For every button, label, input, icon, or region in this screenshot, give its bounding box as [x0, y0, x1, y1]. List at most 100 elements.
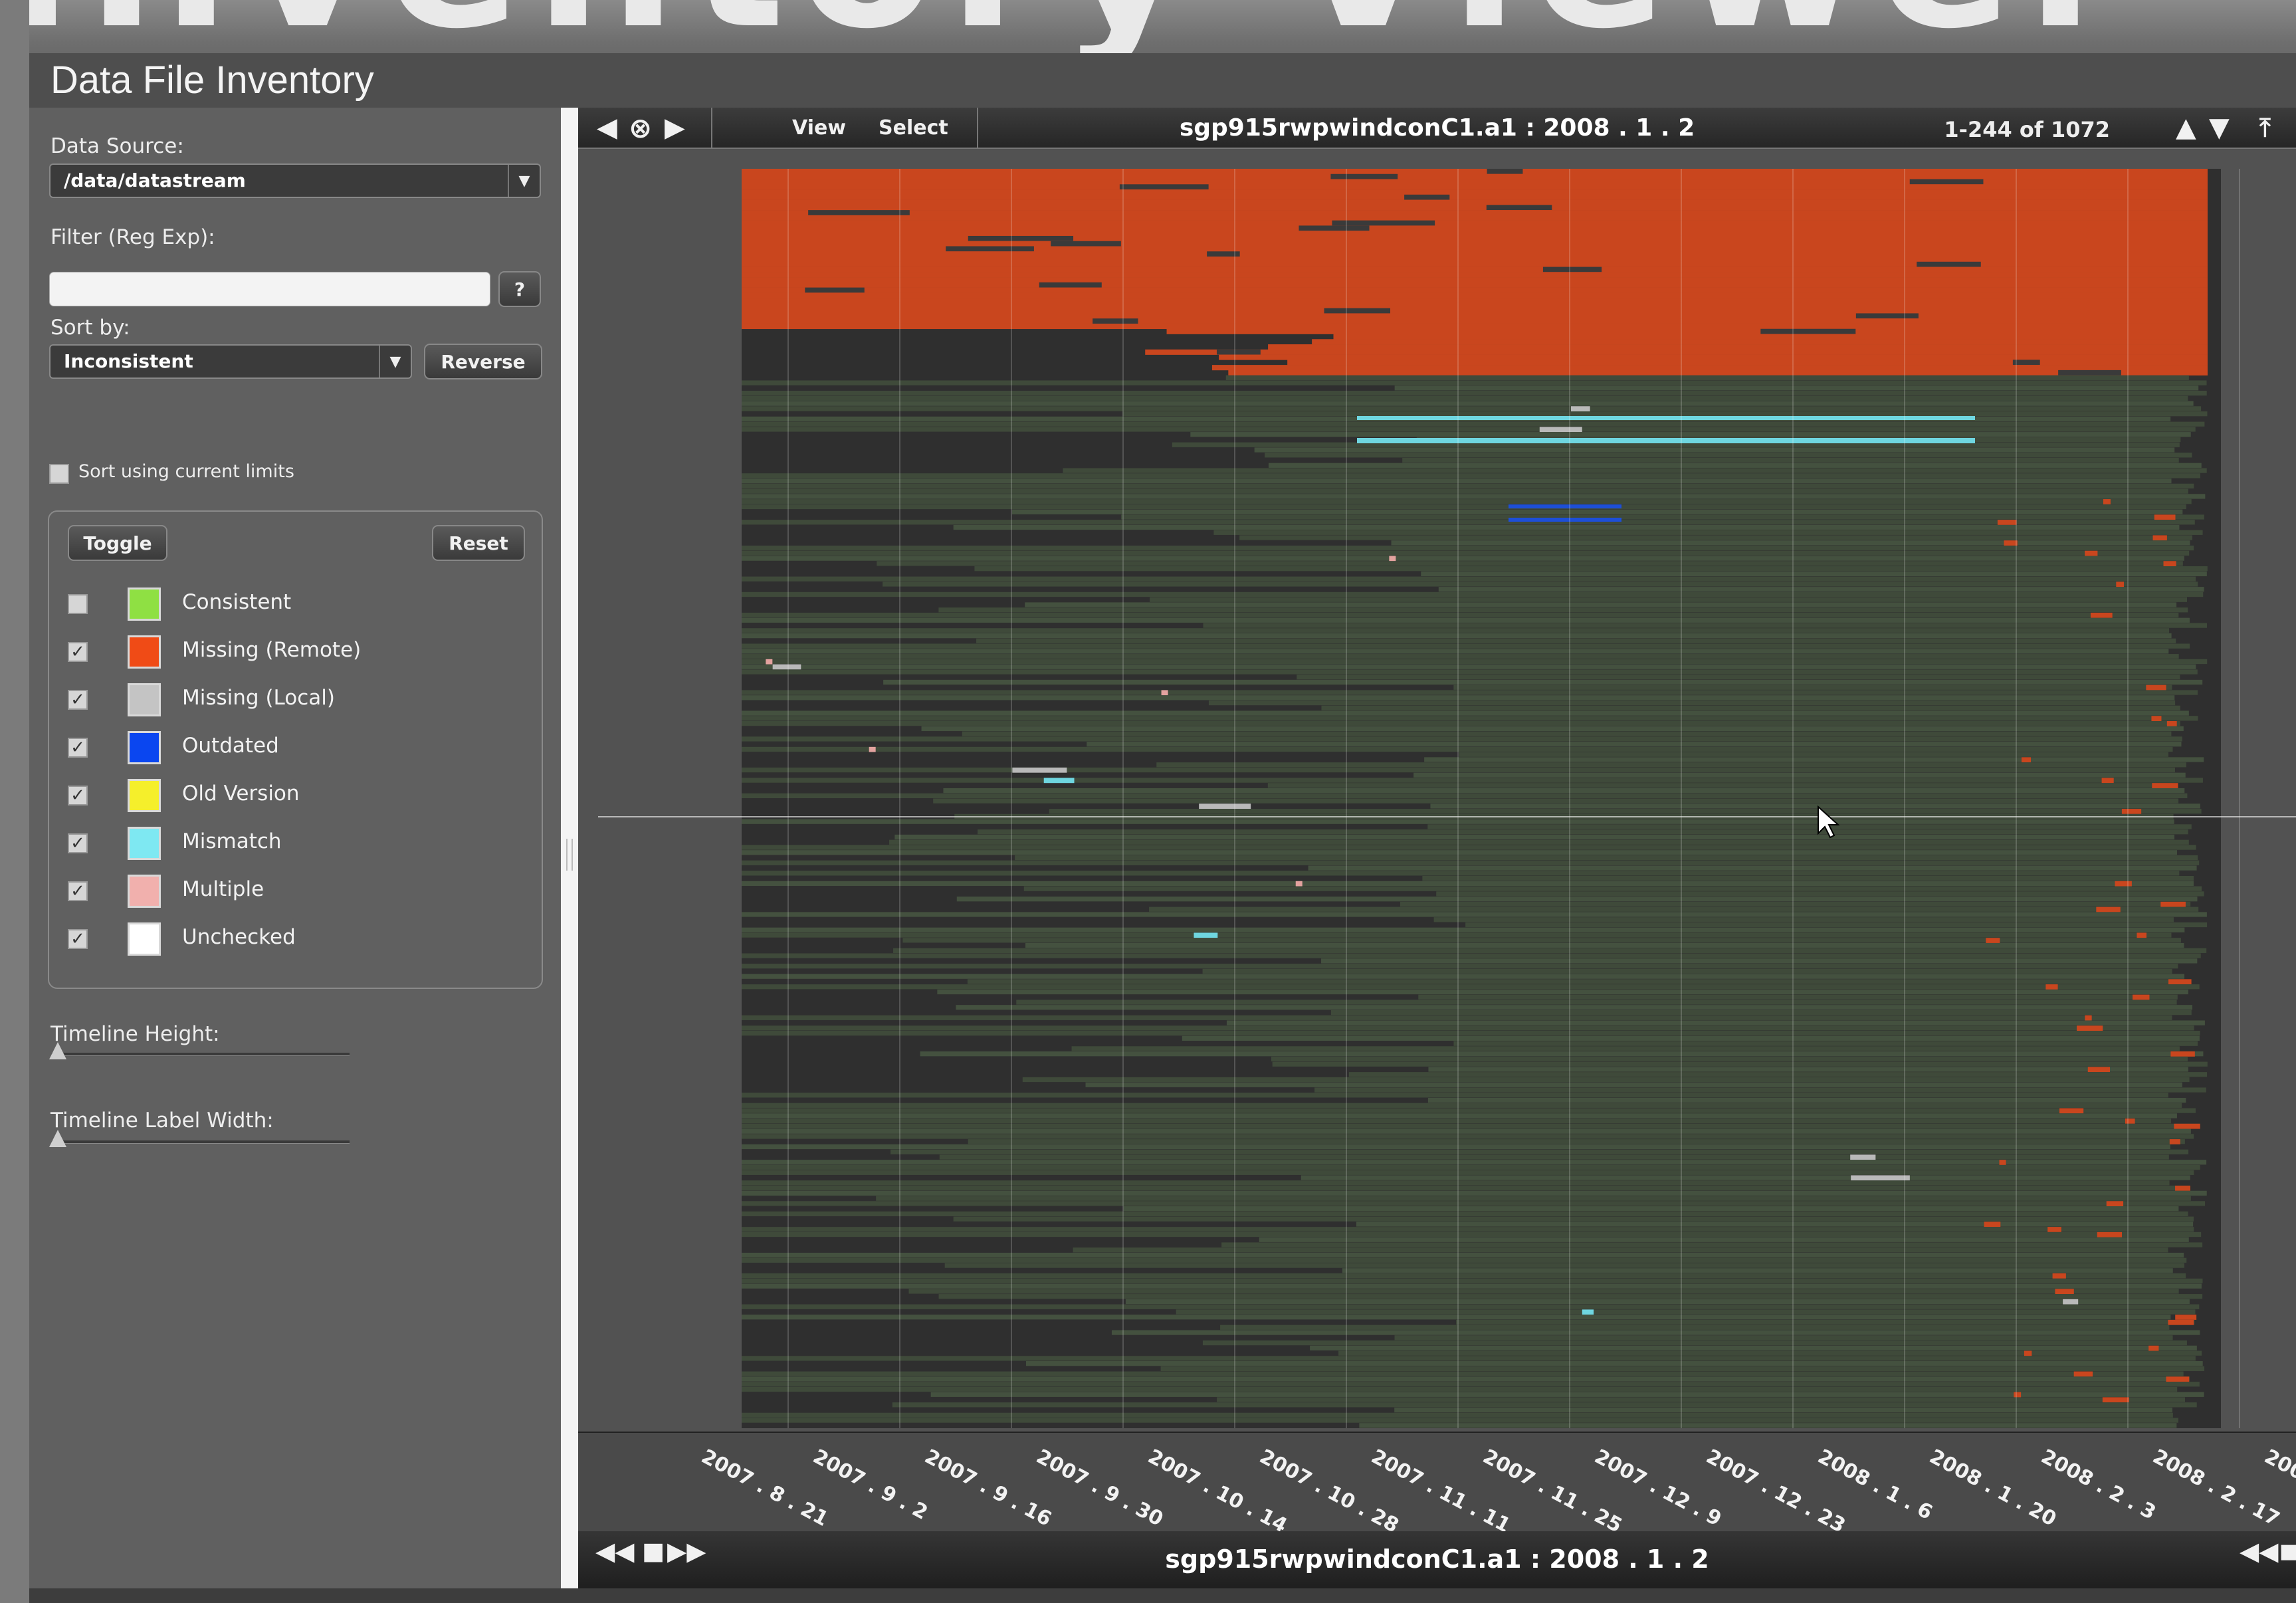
timeline-row-segment: [742, 323, 2208, 330]
timeline-row-segment: [742, 1315, 2171, 1320]
legend-swatch[interactable]: [128, 779, 161, 812]
timeline-row-segment: [742, 1231, 2202, 1237]
timeline-row-segment: [766, 659, 773, 665]
legend-swatch[interactable]: [128, 875, 161, 908]
sort-limits-checkbox[interactable]: [49, 464, 69, 484]
chevron-down-icon[interactable]: ▼: [379, 346, 411, 377]
timeline-row-segment: [1402, 457, 2179, 463]
jump-top-icon[interactable]: ⤒: [2259, 108, 2271, 148]
timeline-row-segment: [742, 406, 2202, 411]
stop-icon[interactable]: ■: [2279, 1531, 2296, 1571]
timeline-row-segment: [1025, 942, 2184, 948]
rewind-icon[interactable]: ◀◀: [2240, 1531, 2278, 1571]
legend-item[interactable]: ✓ Missing (Local): [49, 679, 541, 719]
sort-select[interactable]: Inconsistent ▼: [49, 344, 412, 379]
legend-checkbox[interactable]: ✓: [68, 642, 88, 662]
timeline-row-segment: [742, 556, 2184, 561]
timeline-row-segment: [742, 488, 2188, 494]
legend-item[interactable]: ✓ Missing (Remote): [49, 631, 541, 671]
timeline-height-slider[interactable]: [52, 1053, 350, 1056]
legend-checkbox[interactable]: ✓: [68, 738, 88, 758]
legend-checkbox[interactable]: ✓: [68, 690, 88, 710]
legend-swatch[interactable]: [128, 588, 161, 621]
legend-item[interactable]: ✓ Unchecked: [49, 918, 541, 958]
timeline-row-segment: [1394, 1407, 2172, 1413]
timeline-row-segment: [2148, 1345, 2159, 1351]
timeline-row-segment: [889, 839, 2189, 845]
legend-swatch[interactable]: [128, 635, 161, 669]
chevron-down-icon[interactable]: ▼: [508, 165, 540, 197]
timeline-row-segment: [1015, 855, 2198, 861]
legend-checkbox[interactable]: [68, 594, 88, 614]
legend-item[interactable]: Consistent: [49, 584, 541, 623]
filter-help-button[interactable]: ?: [498, 271, 541, 307]
filter-input[interactable]: [49, 272, 490, 306]
timeline-row-segment: [742, 793, 2188, 798]
data-source-select[interactable]: /data/datastream ▼: [49, 163, 541, 198]
timeline-row-segment: [742, 292, 2208, 298]
timeline-row-segment: [742, 173, 2208, 179]
page-up-icon[interactable]: ▲: [2176, 108, 2196, 148]
legend-checkbox[interactable]: ✓: [68, 881, 88, 901]
timeline-row-segment: [956, 897, 2198, 902]
timeline-row-segment: [742, 721, 2180, 726]
legend-swatch[interactable]: [128, 683, 161, 716]
timeline-row-segment: [742, 241, 2208, 247]
timeline-gap: [1093, 318, 1138, 324]
timeline-row-segment: [742, 912, 2207, 917]
timeline-row-segment: [1087, 742, 2182, 747]
toggle-button[interactable]: Toggle: [68, 525, 167, 561]
timeline-row-segment: [2125, 1119, 2135, 1124]
legend-checkbox[interactable]: ✓: [68, 833, 88, 853]
timeline-row-segment: [2163, 561, 2176, 567]
page-down-icon[interactable]: ▼: [2209, 108, 2230, 148]
timeline-label-width-label: Timeline Label Width:: [51, 1109, 274, 1132]
timeline-gap: [1216, 349, 1261, 355]
timeline-row-segment: [742, 927, 2185, 932]
timeline-row-segment: [742, 287, 2208, 293]
timeline-row-segment: [1465, 922, 2208, 928]
timeline-row-segment: [742, 1376, 2190, 1382]
timeline-row-segment: [1453, 685, 2172, 690]
legend-item[interactable]: ✓ Outdated: [49, 727, 541, 767]
legend-item[interactable]: ✓ Mismatch: [49, 823, 541, 863]
inventory-timeline-chart[interactable]: [578, 149, 2296, 1432]
timeline-row-segment: [1338, 1350, 2202, 1356]
axis-tick-label: 2008 . 1 . 20: [1925, 1445, 2061, 1531]
timeline-row-segment: [1221, 1242, 2203, 1247]
timeline-row-segment: [1997, 520, 2017, 525]
timeline-row-segment: [742, 1144, 2170, 1150]
timeline-row-segment: [1438, 587, 2204, 592]
timeline-row-segment: [2175, 1185, 2190, 1191]
timeline-row-segment: [742, 1164, 2200, 1170]
timeline-plot[interactable]: [578, 149, 2296, 1432]
timeline-row-segment: [1359, 1423, 2177, 1428]
legend-item[interactable]: ✓ Multiple: [49, 871, 541, 910]
legend-checkbox[interactable]: ✓: [68, 786, 88, 805]
timeline-row-segment: [1427, 1097, 2186, 1103]
timeline-row-segment: [742, 664, 2196, 669]
timeline-row-segment: [1073, 1247, 2168, 1253]
slider-thumb[interactable]: [49, 1130, 66, 1147]
timeline-row-segment: [1310, 1345, 2197, 1351]
reverse-button[interactable]: Reverse: [424, 344, 542, 379]
panel-splitter[interactable]: [561, 108, 578, 1588]
timeline-row-segment: [1176, 1309, 2196, 1315]
timeline-row-segment: [2133, 994, 2150, 1000]
splitter-grip-icon[interactable]: [566, 839, 573, 871]
legend-swatch[interactable]: [128, 827, 161, 860]
timeline-row-segment: [742, 1283, 2202, 1289]
timeline-label-width-slider[interactable]: [52, 1140, 350, 1144]
reset-button[interactable]: Reset: [432, 525, 525, 561]
timeline-row-segment: [742, 649, 2169, 654]
timeline-row-segment: [742, 778, 2203, 783]
timeline-row-segment: [944, 1263, 2184, 1268]
legend-item[interactable]: ✓ Old Version: [49, 775, 541, 815]
timeline-row-segment: [2063, 1299, 2079, 1305]
legend-swatch[interactable]: [128, 922, 161, 956]
legend-swatch[interactable]: [128, 731, 161, 764]
timeline-row-segment: [742, 189, 2208, 195]
legend-label: Missing (Local): [182, 686, 335, 710]
slider-thumb[interactable]: [49, 1042, 66, 1059]
legend-checkbox[interactable]: ✓: [68, 929, 88, 949]
